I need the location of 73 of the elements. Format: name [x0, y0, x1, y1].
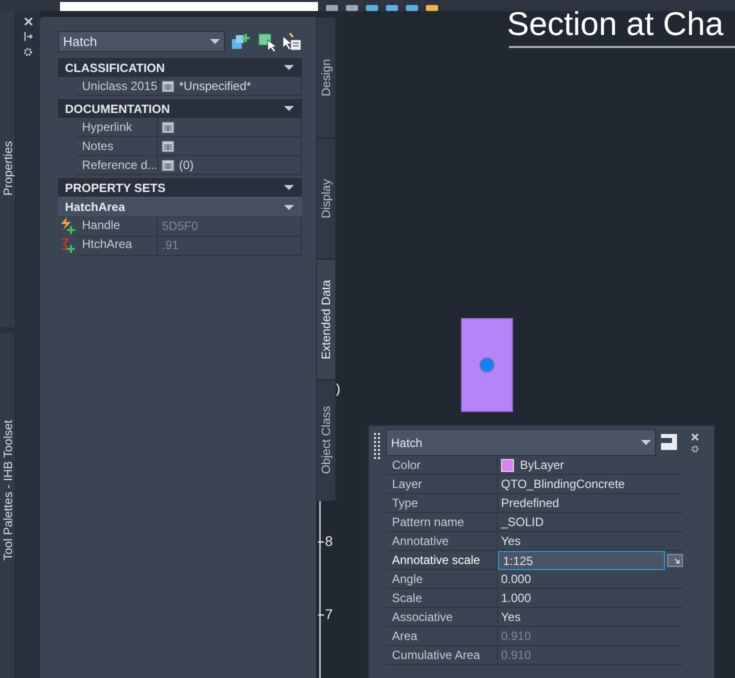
drawing-text: ): [336, 381, 340, 396]
settings-icon[interactable]: [23, 47, 33, 57]
browse-icon[interactable]: [667, 554, 683, 567]
table-icon[interactable]: [162, 122, 174, 132]
property-value: QTO_BlindingConcrete: [501, 477, 625, 491]
property-label: Area: [386, 627, 498, 646]
property-label: Cumulative Area: [386, 646, 498, 665]
property-value: 5D5F0: [162, 219, 198, 233]
property-label: Type: [386, 494, 498, 513]
property-value: (0): [179, 158, 194, 172]
property-label: Notes: [76, 137, 158, 156]
group-header[interactable]: HatchArea: [58, 197, 302, 216]
property-label: Angle: [386, 570, 498, 589]
close-icon[interactable]: [24, 17, 32, 26]
property-value: 0.910: [501, 648, 532, 662]
property-label: Handle: [76, 216, 158, 237]
collapse-icon[interactable]: [284, 106, 294, 111]
collapse-icon[interactable]: [284, 65, 294, 70]
section-header[interactable]: CLASSIFICATION: [58, 58, 302, 77]
caret-icon: [210, 39, 220, 44]
side-tab[interactable]: Display: [316, 138, 336, 259]
property-value: 0.000: [501, 572, 532, 586]
property-value: Yes: [501, 610, 521, 624]
customize-icon[interactable]: [660, 433, 678, 451]
property-value: Predefined: [501, 496, 560, 510]
property-value: _SOLID: [501, 515, 544, 529]
auto-hide-icon[interactable]: [24, 32, 32, 41]
property-value: .91: [162, 238, 179, 252]
close-icon[interactable]: [691, 433, 699, 441]
property-label: Scale: [386, 589, 498, 608]
object-type-dropdown[interactable]: Hatch: [386, 429, 656, 456]
palette-title[interactable]: Properties: [0, 141, 14, 196]
section-header[interactable]: DOCUMENTATION: [58, 99, 302, 118]
section-title: DOCUMENTATION: [65, 102, 170, 116]
section-title: CLASSIFICATION: [65, 60, 165, 74]
quick-select-icon[interactable]: [282, 32, 302, 52]
property-value: *Unspecified*: [179, 79, 252, 93]
property-label: Reference d...: [76, 156, 158, 175]
property-label: Color: [386, 456, 498, 475]
property-label: Hyperlink: [76, 118, 158, 137]
ruler-label: 7: [325, 606, 333, 622]
drawing-title: Section at Cha: [507, 5, 724, 43]
input-field[interactable]: 1:125: [498, 551, 665, 570]
section-title: PROPERTY SETS: [65, 180, 166, 194]
side-tab[interactable]: Design: [316, 17, 336, 138]
property-label: Uniclass 2015: [76, 77, 158, 96]
add-selection-icon[interactable]: [231, 32, 251, 50]
table-icon[interactable]: [162, 160, 174, 170]
group-title: HatchArea: [65, 200, 126, 214]
settings-icon[interactable]: [691, 445, 699, 453]
property-value: 1.000: [501, 591, 532, 605]
property-label: Annotative: [386, 532, 498, 551]
table-icon[interactable]: [162, 140, 174, 152]
ruler-label: 8: [325, 533, 333, 549]
side-tab[interactable]: Extended Data: [316, 259, 336, 380]
side-tab[interactable]: Object Class: [316, 380, 336, 501]
formula-icon: [58, 235, 76, 253]
property-value: 0.910: [501, 629, 532, 643]
section-header[interactable]: PROPERTY SETS: [58, 178, 302, 197]
collapse-icon[interactable]: [284, 204, 294, 210]
select-objects-icon[interactable]: [256, 32, 276, 52]
property-icon: [58, 216, 76, 234]
collapse-icon[interactable]: [284, 185, 294, 190]
property-label: Layer: [386, 475, 498, 494]
object-type-dropdown[interactable]: Hatch: [58, 31, 226, 52]
table-icon[interactable]: [162, 80, 174, 92]
property-value: Yes: [501, 534, 521, 548]
property-label: Pattern name: [386, 513, 498, 532]
property-value: ByLayer: [520, 458, 564, 472]
caret-icon: [641, 440, 651, 445]
grip-icon[interactable]: [373, 433, 382, 459]
property-label: HtchArea: [76, 235, 158, 256]
property-label: Associative: [386, 608, 498, 627]
